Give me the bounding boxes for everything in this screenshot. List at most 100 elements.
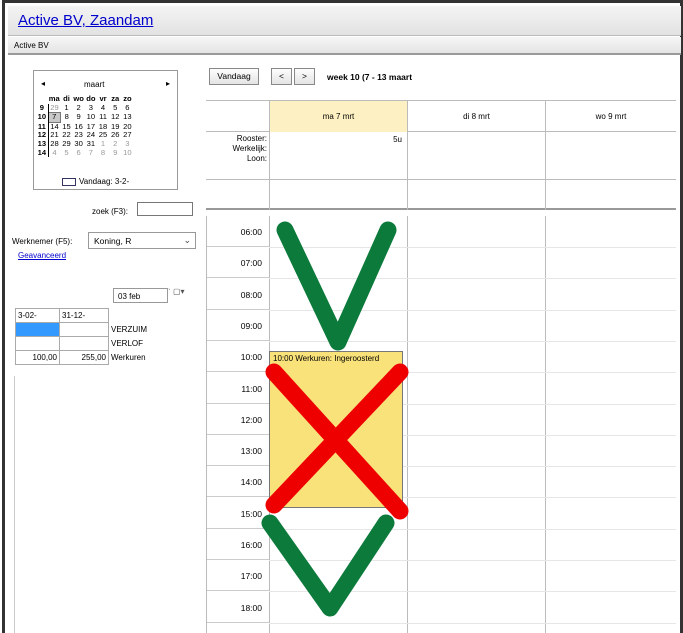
table-row: VERLOF — [15, 336, 154, 351]
week-number[interactable]: 10 — [36, 113, 49, 123]
allday-cell-tue[interactable] — [407, 180, 545, 210]
allday-row — [206, 180, 676, 210]
time-label: 06:00 — [207, 216, 270, 247]
allday-cell-wed[interactable] — [545, 180, 676, 210]
calendar-day[interactable]: 12 — [109, 113, 121, 123]
employee-label: Werknemer (F5): — [12, 237, 73, 246]
loon-label: Loon: — [246, 154, 267, 163]
table-row: 100,00 255,00 Werkuren — [15, 350, 154, 365]
mini-calendar-week: 14 4 5 6 7 8 9 10 — [36, 148, 134, 158]
tally-row-label: VERZUIM — [108, 322, 154, 337]
date-input[interactable]: 03 feb — [113, 288, 168, 303]
calendar-day[interactable]: 9 — [109, 148, 121, 158]
employee-select[interactable]: Koning, R ⌄ — [88, 232, 196, 249]
calendar-day[interactable]: 10 — [85, 113, 97, 123]
allday-cell-mon[interactable] — [269, 180, 407, 210]
hour-gridline — [269, 622, 676, 624]
hour-gridline — [269, 340, 676, 342]
week-label: week 10 (7 - 13 maart — [327, 72, 413, 82]
table-row: 3-02- 31-12- — [15, 308, 154, 323]
today-label: Vandaag: 3-2- — [79, 177, 130, 186]
employee-selected-value: Koning, R — [94, 236, 132, 246]
time-label: 11:00 — [207, 373, 270, 404]
info-cell-mon: 5u — [269, 132, 407, 180]
info-cell-wed — [545, 132, 676, 180]
calendar-day[interactable]: 8 — [97, 148, 109, 158]
time-label: 08:00 — [207, 279, 270, 310]
search-input[interactable] — [137, 202, 193, 216]
schedule-info-row: Rooster: Werkelijk: Loon: 5u — [206, 132, 676, 180]
day-header-wed[interactable]: wo 9 mrt — [545, 101, 676, 132]
tally-cell — [59, 322, 109, 337]
divider — [14, 376, 15, 633]
tally-row-label: Werkuren — [108, 350, 154, 365]
today-indicator[interactable]: Vandaag: 3-2- — [62, 177, 129, 186]
company-subtitle: Active BV — [14, 41, 49, 50]
hour-gridline — [269, 591, 676, 593]
tally-cell — [15, 336, 60, 351]
schedule-event[interactable]: 10:00 Werkuren: Ingeroosterd — [269, 351, 403, 508]
time-label: 09:00 — [207, 310, 270, 341]
calendar-day[interactable]: 7 — [47, 112, 61, 123]
time-label: 13:00 — [207, 435, 270, 467]
tally-header-b: 31-12- — [59, 308, 109, 323]
mini-calendar-week: 13 28 29 30 31 1 2 3 — [36, 139, 134, 149]
time-label: 14:00 — [207, 466, 270, 498]
next-month-icon[interactable]: ▸ — [166, 79, 170, 88]
hour-gridline — [269, 247, 676, 248]
info-row-labels: Rooster: Werkelijk: Loon: — [206, 134, 267, 164]
time-label: 18:00 — [207, 592, 270, 623]
scheduled-hours: 5u — [393, 135, 402, 144]
table-row: VERZUIM — [15, 322, 154, 337]
tally-row-label: VERLOF — [108, 336, 154, 351]
day-header-tue[interactable]: di 8 mrt — [407, 101, 545, 132]
date-picker-button[interactable]: ▢▾ — [173, 287, 195, 302]
title-bar: Active BV, Zaandam — [8, 6, 681, 36]
calendar-day[interactable]: 5 — [60, 148, 72, 158]
werkelijk-label: Werkelijk: — [232, 144, 267, 153]
sub-bar: Active BV — [8, 37, 681, 55]
rooster-label: Rooster: — [236, 134, 267, 143]
day-header-row: ma 7 mrt di 8 mrt wo 9 mrt — [206, 100, 676, 132]
hour-gridline — [269, 528, 676, 530]
next-week-button[interactable]: > — [294, 68, 315, 85]
calendar-day[interactable]: 8 — [60, 113, 72, 123]
advanced-link[interactable]: Geavanceerd — [18, 251, 66, 260]
info-cell-tue — [407, 132, 545, 180]
calendar-day[interactable]: 7 — [85, 148, 97, 158]
calendar-day[interactable]: 4 — [48, 148, 60, 158]
search-label: zoek (F3): — [92, 207, 129, 216]
tally-cell: 100,00 — [15, 350, 60, 365]
today-button[interactable]: Vandaag — [209, 68, 259, 85]
spin-icon[interactable]: ˋ — [168, 288, 171, 297]
week-number[interactable]: 14 — [36, 148, 49, 158]
time-column: 06:00 07:00 08:00 09:00 10:00 11:00 12:00 13:00… — [206, 216, 270, 633]
calendar-day[interactable]: 13 — [121, 113, 133, 123]
hour-gridline — [269, 309, 676, 311]
company-title-link[interactable]: Active BV, Zaandam — [18, 12, 153, 29]
time-label: 10:00 — [207, 341, 270, 373]
time-label: 17:00 — [207, 560, 270, 592]
hour-gridline — [269, 278, 676, 280]
time-label: 07:00 — [207, 247, 270, 279]
tally-cell-selected[interactable] — [15, 322, 60, 337]
tally-cell — [59, 336, 109, 351]
hour-gridline — [269, 560, 676, 561]
mini-calendar-month: maart — [84, 80, 105, 89]
mini-calendar-grid: ma di wo do vr za zo 9 29 1 2 3 4 5 6 10 7 8 9 10 11 12 13 11 14… — [36, 94, 134, 158]
calendar-day[interactable]: 11 — [97, 113, 109, 123]
day-header-mon[interactable]: ma 7 mrt — [269, 101, 407, 132]
mini-calendar-week: 10 7 8 9 10 11 12 13 — [36, 112, 134, 123]
prev-week-button[interactable]: < — [271, 68, 292, 85]
event-label: 10:00 Werkuren: Ingeroosterd — [273, 354, 380, 363]
time-label: 12:00 — [207, 404, 270, 435]
tally-header-a: 3-02- — [15, 308, 60, 323]
time-label: 16:00 — [207, 529, 270, 560]
tally-cell: 255,00 — [59, 350, 109, 365]
calendar-day[interactable]: 6 — [73, 148, 85, 158]
hours-tally-table: 3-02- 31-12- VERZUIM VERLOF 100,00 255,0… — [15, 308, 154, 365]
calendar-day[interactable]: 10 — [121, 148, 133, 158]
calendar-day[interactable]: 9 — [73, 113, 85, 123]
prev-month-icon[interactable]: ◂ — [41, 79, 45, 88]
today-swatch-icon — [62, 177, 76, 186]
